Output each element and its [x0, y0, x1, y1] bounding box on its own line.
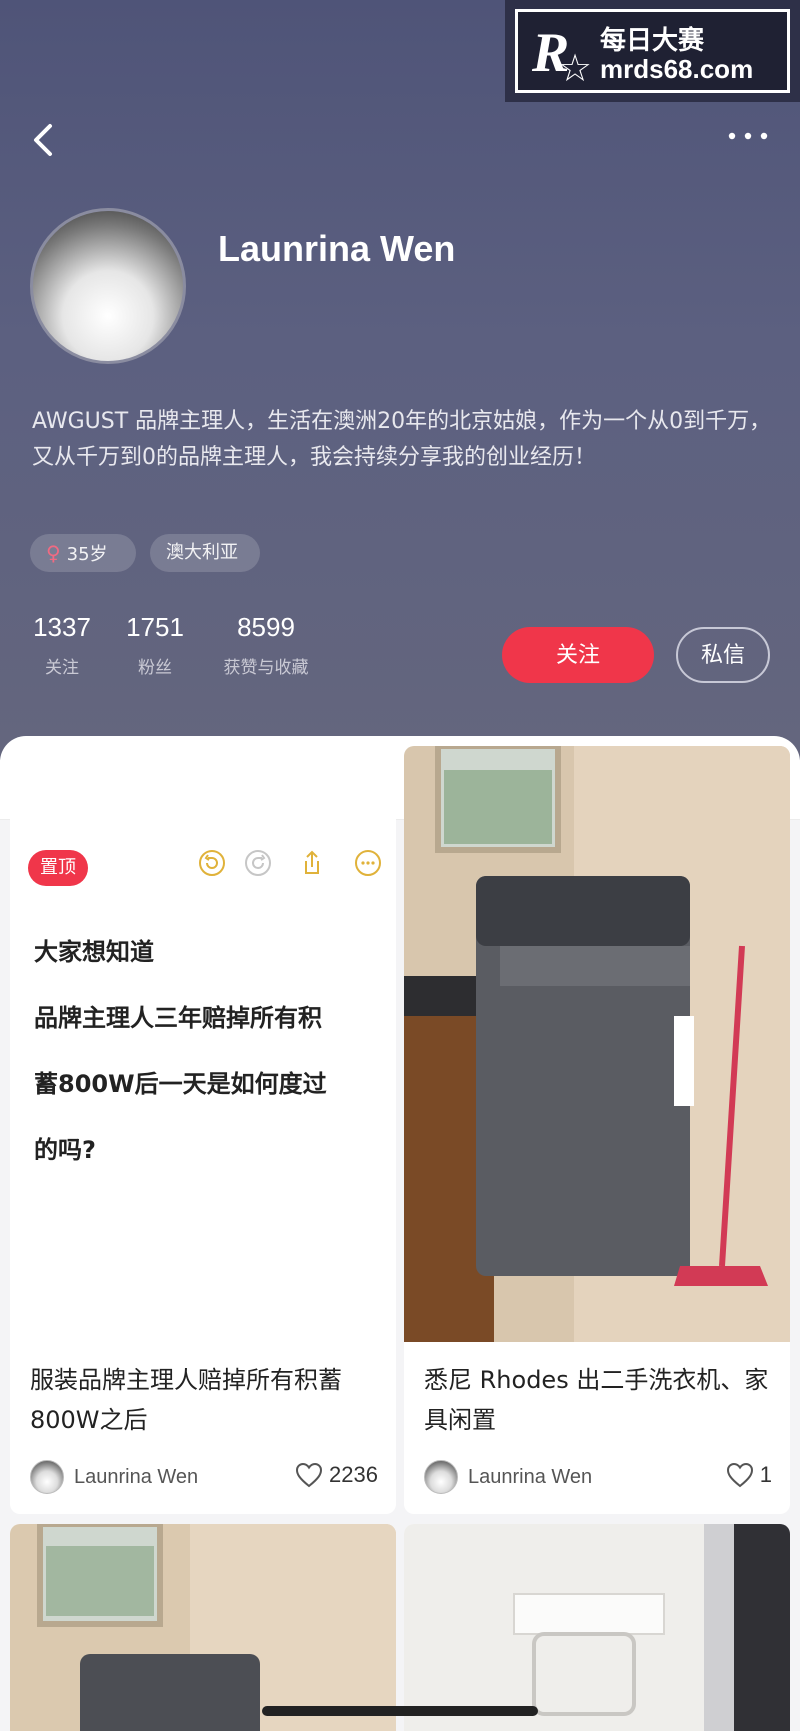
stat-label: 获赞与收藏	[223, 658, 309, 678]
female-icon: ♀	[46, 541, 61, 565]
watermark-url: mrds68.com	[600, 54, 754, 84]
age-tag-label: 35岁	[66, 544, 108, 565]
watermark: R ☆ 每日大赛 mrds68.com	[505, 0, 800, 102]
like-count[interactable]: 1	[726, 1462, 772, 1488]
note-cover-photo	[404, 746, 790, 1342]
like-count-value: 2236	[329, 1462, 378, 1487]
note-card[interactable]: 悉尼 Rhodes 出二手洗衣机、家具闲置 Launrina Wen 1	[404, 746, 790, 1514]
author-name: Launrina Wen	[468, 1465, 593, 1488]
stat-value: 8599	[237, 612, 295, 642]
watermark-frame: R ☆ 每日大赛 mrds68.com	[515, 9, 790, 93]
watermark-title: 每日大赛	[600, 26, 705, 56]
like-count-value: 1	[759, 1462, 772, 1487]
note-cover-text	[10, 746, 396, 1342]
stat-value: 1751	[126, 612, 184, 642]
undo-icon	[199, 850, 225, 876]
stat-label: 关注	[45, 658, 79, 678]
chevron-left-icon[interactable]	[30, 120, 60, 160]
cover-text-line: 蓄800W后一天是如何度过	[34, 1070, 327, 1098]
cover-text-line: 大家想知道	[34, 938, 154, 966]
stat-label: 粉丝	[138, 658, 172, 678]
stat-value: 1337	[33, 612, 91, 642]
message-button[interactable]: 私信	[676, 627, 770, 683]
stat-followers[interactable]: 1751 粉丝	[124, 612, 186, 678]
avatar[interactable]	[30, 208, 186, 364]
avatar	[424, 1460, 458, 1494]
note-cover-photo	[10, 1524, 396, 1731]
author-name: Launrina Wen	[74, 1465, 199, 1488]
age-tag: ♀ 35岁	[30, 534, 136, 572]
note-author[interactable]: Launrina Wen	[424, 1460, 592, 1494]
pinned-badge: 置顶	[28, 850, 88, 886]
profile-name: Launrina Wen	[218, 228, 456, 269]
more-circle-icon	[355, 850, 381, 876]
share-icon	[305, 850, 319, 874]
profile-bio: AWGUST 品牌主理人，生活在澳洲20年的北京姑娘，作为一个从0到千万，又从千…	[32, 409, 772, 470]
like-count[interactable]: 2236	[295, 1462, 378, 1488]
note-cover-photo	[404, 1524, 790, 1731]
star-icon: ☆	[558, 46, 593, 90]
heart-icon	[726, 1462, 753, 1488]
location-tag: 澳大利亚	[150, 534, 260, 572]
avatar	[30, 1460, 64, 1494]
follow-button[interactable]: 关注	[502, 627, 654, 683]
note-card[interactable]	[10, 1524, 396, 1731]
note-author[interactable]: Launrina Wen	[30, 1460, 198, 1494]
note-title: 悉尼 Rhodes 出二手洗衣机、家具闲置	[424, 1366, 769, 1434]
heart-icon	[296, 1462, 323, 1488]
stat-likes-collects[interactable]: 8599 获赞与收藏	[216, 612, 316, 678]
more-dots-icon[interactable]	[726, 122, 770, 150]
stat-following[interactable]: 1337 关注	[30, 612, 94, 678]
note-title: 服装品牌主理人赔掉所有积蓄800W之后	[30, 1366, 342, 1434]
cover-text-line: 的吗?	[34, 1136, 96, 1164]
cover-text-line: 品牌主理人三年赔掉所有积	[34, 1004, 322, 1032]
redo-icon	[245, 850, 271, 876]
home-indicator	[262, 1706, 538, 1716]
note-card[interactable]	[404, 1524, 790, 1731]
